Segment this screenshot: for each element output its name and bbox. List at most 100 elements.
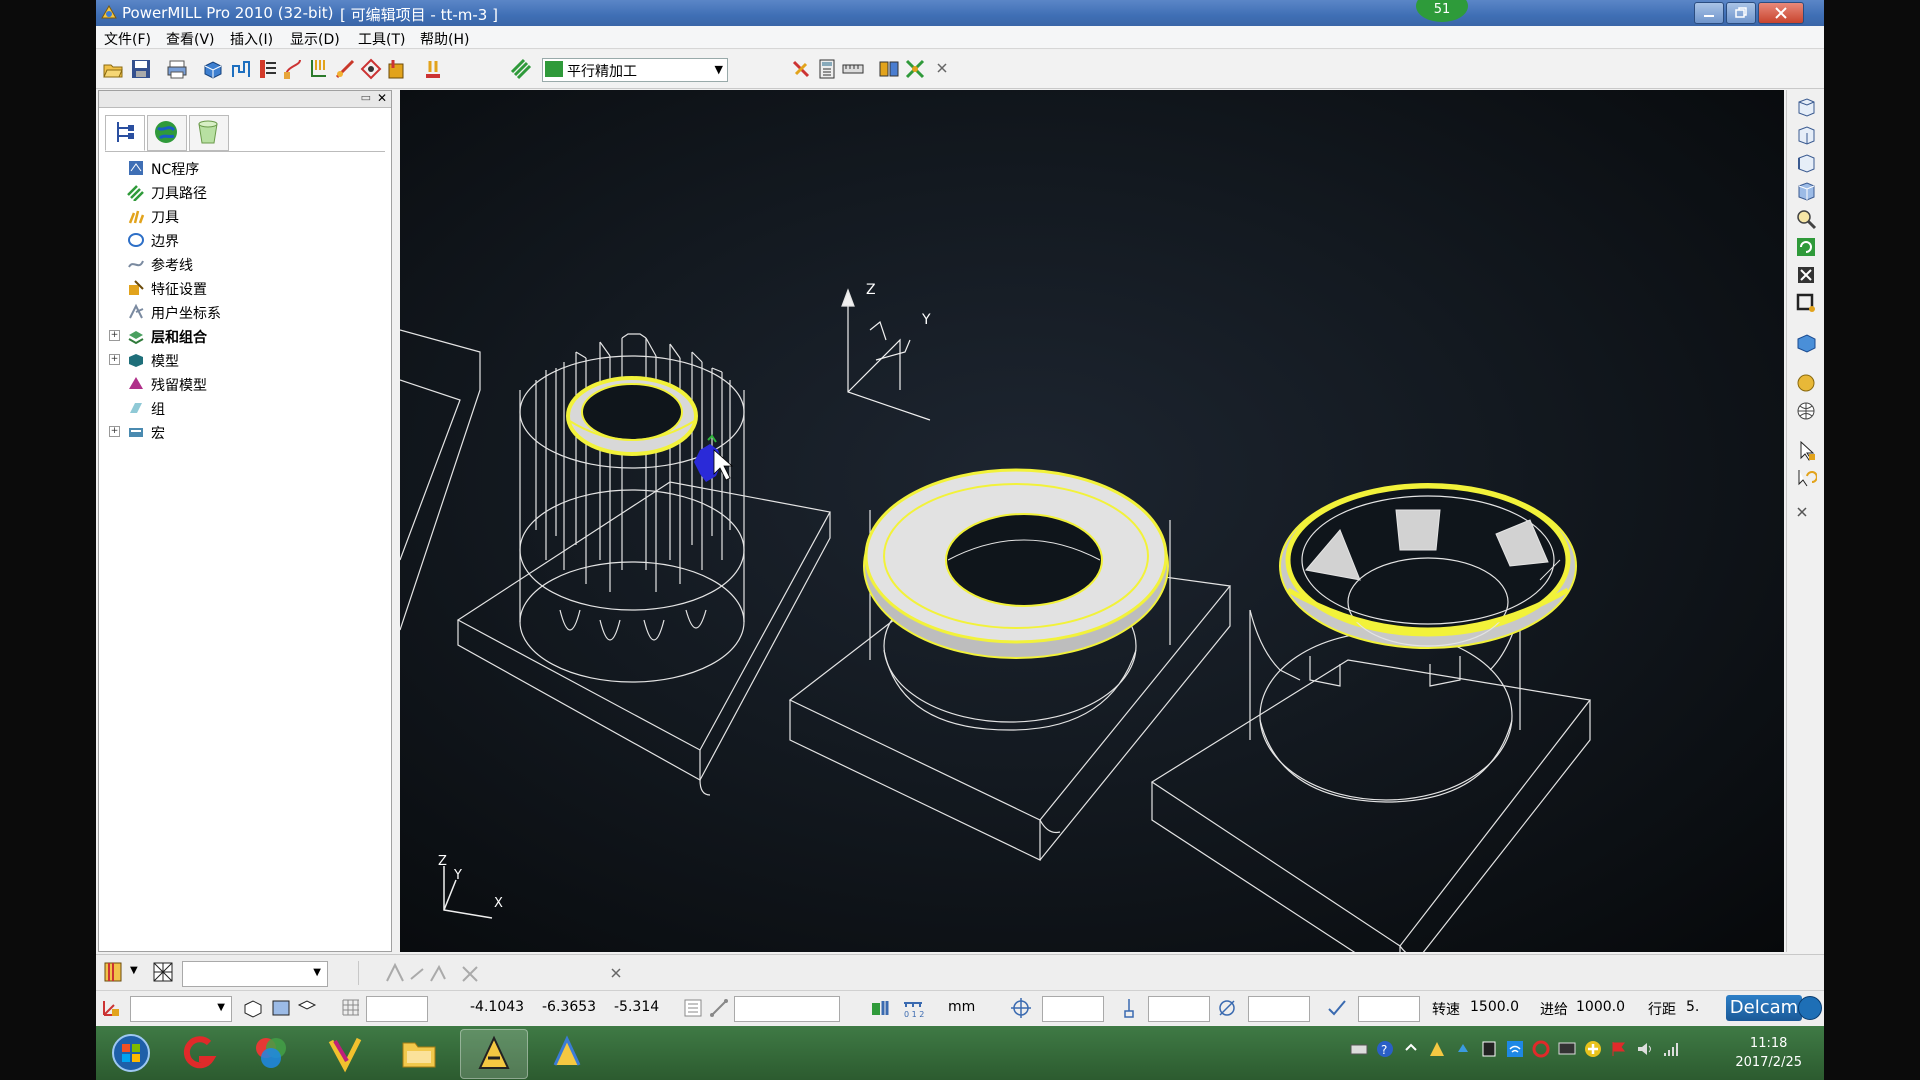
close-button[interactable] <box>1758 2 1804 24</box>
bluetooth-tray-icon[interactable] <box>1454 1040 1472 1058</box>
tree-item-feature-sets[interactable]: 特征设置 <box>109 277 379 299</box>
view-toolbar-close-icon[interactable] <box>1795 500 1809 522</box>
plus-tray-icon[interactable] <box>1584 1040 1602 1058</box>
taskbar-app-color[interactable] <box>238 1029 304 1077</box>
taskbar-file-explorer[interactable] <box>386 1029 452 1077</box>
shaded-view-icon[interactable] <box>1795 332 1817 354</box>
start-button[interactable] <box>98 1029 152 1077</box>
tree-item-toolpaths[interactable]: 刀具路径 <box>109 181 379 203</box>
align-view2-icon[interactable] <box>270 997 292 1019</box>
refresh-view-icon[interactable] <box>1795 236 1817 258</box>
crosshair-icon[interactable] <box>1010 997 1032 1019</box>
tree-item-tools[interactable]: 刀具 <box>109 205 379 227</box>
stock-model-status-icon[interactable] <box>152 961 174 983</box>
menu-display[interactable]: 显示(D) <box>290 29 340 49</box>
wireframe-view-icon[interactable] <box>1795 400 1817 422</box>
grid-icon[interactable] <box>340 997 362 1019</box>
tool-length-icon[interactable] <box>1116 997 1138 1019</box>
tree-item-macros[interactable]: + 宏 <box>109 421 379 443</box>
toolbar-close-icon[interactable] <box>934 58 950 80</box>
tool-display-icon[interactable] <box>870 997 892 1019</box>
rapid-move-icon[interactable] <box>230 58 252 80</box>
keyboard-tray-icon[interactable] <box>1350 1040 1368 1058</box>
workplane-select[interactable]: ▼ <box>130 996 232 1022</box>
menu-view[interactable]: 查看(V) <box>166 29 215 49</box>
graphics-viewport[interactable]: Z Y Z Y X <box>400 90 1784 952</box>
menu-insert[interactable]: 插入(I) <box>230 29 273 49</box>
notification-badge[interactable]: 51 <box>1416 0 1468 22</box>
restore-button[interactable] <box>1726 2 1756 24</box>
crosshair-field[interactable] <box>1042 996 1104 1022</box>
taskbar-app-g[interactable] <box>166 1029 232 1077</box>
chevron-down-icon[interactable]: ▼ <box>130 965 138 976</box>
volume-tray-icon[interactable] <box>1636 1040 1654 1058</box>
open-project-icon[interactable] <box>102 58 124 80</box>
view-iso-icon[interactable] <box>1795 180 1817 202</box>
float-panel-icon[interactable]: ▭ <box>361 91 371 104</box>
zoom-icon[interactable] <box>1795 208 1817 230</box>
print-icon[interactable] <box>166 58 188 80</box>
grid-spacing-field[interactable] <box>366 996 428 1022</box>
security-tray-icon[interactable] <box>1532 1040 1550 1058</box>
toolpath-verify-icon[interactable] <box>386 58 408 80</box>
zoom-extents-icon[interactable] <box>1795 264 1817 286</box>
taskbar-powermill-2[interactable] <box>534 1029 600 1077</box>
units-ruler-icon[interactable]: 0 1 2 <box>902 997 924 1019</box>
tree-item-workplanes[interactable]: 用户坐标系 <box>109 301 379 323</box>
expand-tray-icon[interactable] <box>1402 1040 1420 1058</box>
boundary-icon[interactable] <box>360 58 382 80</box>
wifi-tray-icon[interactable] <box>1506 1040 1524 1058</box>
feeds-speeds-icon[interactable] <box>256 58 278 80</box>
tolerance-field[interactable] <box>1358 996 1420 1022</box>
nc-output-icon[interactable] <box>422 58 444 80</box>
taskbar-powermill[interactable] <box>460 1029 528 1079</box>
tree-item-models[interactable]: + 模型 <box>109 349 379 371</box>
workplane-status-icon[interactable] <box>100 997 122 1019</box>
save-project-icon[interactable] <box>130 58 152 80</box>
tree-item-levels-sets[interactable]: + 层和组合 <box>109 325 379 347</box>
taskbar-app-arrow[interactable] <box>312 1029 378 1077</box>
expand-icon[interactable]: + <box>109 354 120 365</box>
tree-item-stock-models[interactable]: 残留模型 <box>109 373 379 395</box>
tolerance-icon[interactable] <box>1326 997 1348 1019</box>
tree-item-nc-program[interactable]: NC程序 <box>109 157 379 179</box>
undo-select-icon[interactable] <box>1795 468 1817 490</box>
tool-select-icon[interactable] <box>790 58 812 80</box>
signal-tray-icon[interactable] <box>1662 1040 1680 1058</box>
level-set-icon[interactable] <box>102 961 124 983</box>
explorer-close-icon[interactable]: ✕ <box>377 91 387 105</box>
explorer-globe-tab[interactable] <box>147 115 187 151</box>
expand-icon[interactable]: + <box>109 426 120 437</box>
explorer-tree-tab[interactable] <box>105 115 145 151</box>
diameter-field[interactable] <box>1248 996 1310 1022</box>
transform-icon[interactable] <box>904 58 926 80</box>
expand-icon[interactable]: + <box>109 330 120 341</box>
plain-shade-icon[interactable] <box>1795 372 1817 394</box>
measure-field[interactable] <box>734 996 840 1022</box>
minimize-button[interactable] <box>1694 2 1724 24</box>
calculator-icon[interactable] <box>816 58 838 80</box>
tree-item-groups[interactable]: 组 <box>109 397 379 419</box>
align-view3-icon[interactable] <box>296 997 318 1019</box>
level-select[interactable]: ▼ <box>182 961 328 987</box>
select-cursor-icon[interactable] <box>1795 440 1817 462</box>
block-icon[interactable] <box>202 58 224 80</box>
help-tray-icon[interactable]: ? <box>1376 1040 1394 1058</box>
measure-icon[interactable] <box>708 997 730 1019</box>
leads-links-icon[interactable] <box>282 58 304 80</box>
menu-file[interactable]: 文件(F) <box>104 29 151 49</box>
menu-tools[interactable]: 工具(T) <box>358 29 405 49</box>
display-tray-icon[interactable] <box>1558 1040 1576 1058</box>
view-top-icon[interactable] <box>1795 96 1817 118</box>
explorer-bucket-tab[interactable] <box>189 115 229 151</box>
info-toolbar-close-icon[interactable] <box>608 963 624 985</box>
view-front-icon[interactable] <box>1795 124 1817 146</box>
flag-tray-icon[interactable] <box>1610 1040 1628 1058</box>
tree-item-patterns[interactable]: 参考线 <box>109 253 379 275</box>
compare-icon[interactable] <box>878 58 900 80</box>
view-side-icon[interactable] <box>1795 152 1817 174</box>
end-point-icon[interactable] <box>334 58 356 80</box>
start-point-icon[interactable] <box>308 58 330 80</box>
tool-length-field[interactable] <box>1148 996 1210 1022</box>
stock-tools-icons[interactable] <box>359 961 495 985</box>
